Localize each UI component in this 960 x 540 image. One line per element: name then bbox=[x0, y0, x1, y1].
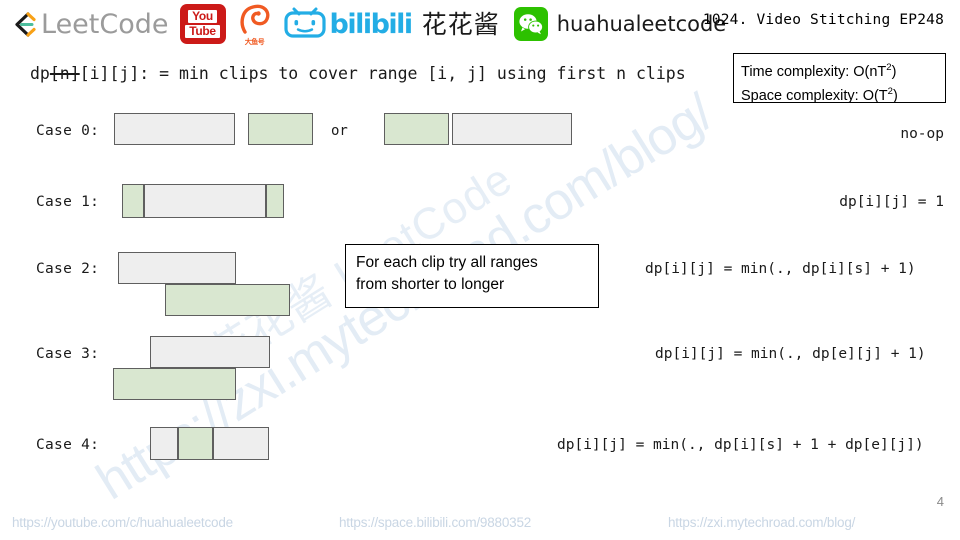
leetcode-wordmark: LeetCode bbox=[41, 8, 169, 40]
hint-line-2: from shorter to longer bbox=[356, 276, 505, 293]
case-0-gray-block-left bbox=[114, 113, 235, 145]
case-0-or-connector: or bbox=[331, 123, 348, 139]
footer-link-bilibili[interactable]: https://space.bilibili.com/9880352 bbox=[339, 515, 531, 530]
case-4-formula: dp[i][j] = min(., dp[i][s] + 1 + dp[e][j… bbox=[557, 437, 924, 453]
case-2-green-block-bottom bbox=[165, 284, 290, 316]
case-3-green-block-bottom bbox=[113, 368, 236, 400]
youtube-tube-text: Tube bbox=[185, 25, 220, 38]
case-4-gray-block-end bbox=[213, 427, 269, 460]
page-number: 4 bbox=[936, 494, 944, 509]
case-0-green-block-right bbox=[384, 113, 449, 145]
case-1-formula: dp[i][j] = 1 bbox=[839, 194, 944, 210]
case-0-gray-block-right bbox=[452, 113, 572, 145]
brand-logo-row: LeetCode You Tube 大鱼号 bilibili 花花酱 huahu… bbox=[8, 2, 727, 46]
case-1-green-block-end bbox=[266, 184, 284, 218]
space-complexity-tail: ) bbox=[892, 87, 898, 104]
space-complexity-line: Space complexity: O(T2) bbox=[741, 82, 945, 106]
time-complexity-label: Time complexity: O(nT bbox=[741, 63, 887, 80]
header-bar: LeetCode You Tube 大鱼号 bilibili 花花酱 huahu… bbox=[0, 0, 960, 48]
case-3-label: Case 3: bbox=[36, 346, 100, 362]
time-complexity-line: Time complexity: O(nT2) bbox=[741, 58, 945, 82]
channel-chinese-name: 花花酱 bbox=[421, 9, 500, 39]
case-2-label: Case 2: bbox=[36, 261, 100, 277]
case-1-green-block-start bbox=[122, 184, 144, 218]
case-1-label: Case 1: bbox=[36, 194, 100, 210]
case-2-formula: dp[i][j] = min(., dp[i][s] + 1) bbox=[645, 261, 916, 277]
footer-link-blog[interactable]: https://zxi.mytechroad.com/blog/ bbox=[668, 515, 855, 530]
dp-def-struck-n: [n] bbox=[49, 64, 80, 83]
time-complexity-tail: ) bbox=[891, 63, 897, 80]
hint-callout: For each clip try all ranges from shorte… bbox=[345, 244, 599, 308]
case-0-label: Case 0: bbox=[36, 123, 100, 139]
bilibili-wordmark: bilibili bbox=[329, 8, 414, 40]
dayu-label-text: 大鱼号 bbox=[244, 38, 265, 46]
page-title: 1024. Video Stitching EP248 bbox=[702, 12, 944, 28]
slide-canvas: 花花酱 LeetCode https://zxi.mytechroad.com/… bbox=[0, 0, 960, 540]
case-4-gray-block-start bbox=[150, 427, 178, 460]
youtube-icon: You Tube bbox=[179, 4, 226, 44]
footer-link-youtube[interactable]: https://youtube.com/c/huahualeetcode bbox=[12, 515, 233, 530]
dayu-icon bbox=[238, 2, 272, 41]
case-2-gray-block-top bbox=[118, 252, 236, 284]
wechat-icon bbox=[513, 7, 548, 41]
case-0-formula: no-op bbox=[900, 126, 944, 142]
leetcode-icon bbox=[8, 9, 38, 39]
case-3-gray-block-top bbox=[150, 336, 270, 368]
space-complexity-label: Space complexity: O(T bbox=[741, 87, 888, 104]
case-3-formula: dp[i][j] = min(., dp[e][j] + 1) bbox=[655, 346, 926, 362]
bilibili-tv-icon bbox=[282, 4, 328, 45]
case-0-green-block-left bbox=[248, 113, 313, 145]
wechat-account-name: huahualeetcode bbox=[556, 11, 727, 36]
dp-def-suffix: [i][j]: = min clips to cover range [i, j… bbox=[79, 64, 686, 83]
hint-line-1: For each clip try all ranges bbox=[356, 254, 538, 271]
youtube-you-text: You bbox=[188, 10, 217, 23]
case-1-gray-block-middle bbox=[144, 184, 266, 218]
dayu-logo: 大鱼号 bbox=[236, 2, 274, 46]
dp-definition-line: dp[n][i][j]: = min clips to cover range … bbox=[30, 64, 686, 83]
dp-def-prefix: dp bbox=[30, 64, 50, 83]
case-4-label: Case 4: bbox=[36, 437, 100, 453]
case-4-green-block-middle bbox=[178, 427, 213, 460]
complexity-callout: Time complexity: O(nT2) Space complexity… bbox=[733, 53, 946, 106]
